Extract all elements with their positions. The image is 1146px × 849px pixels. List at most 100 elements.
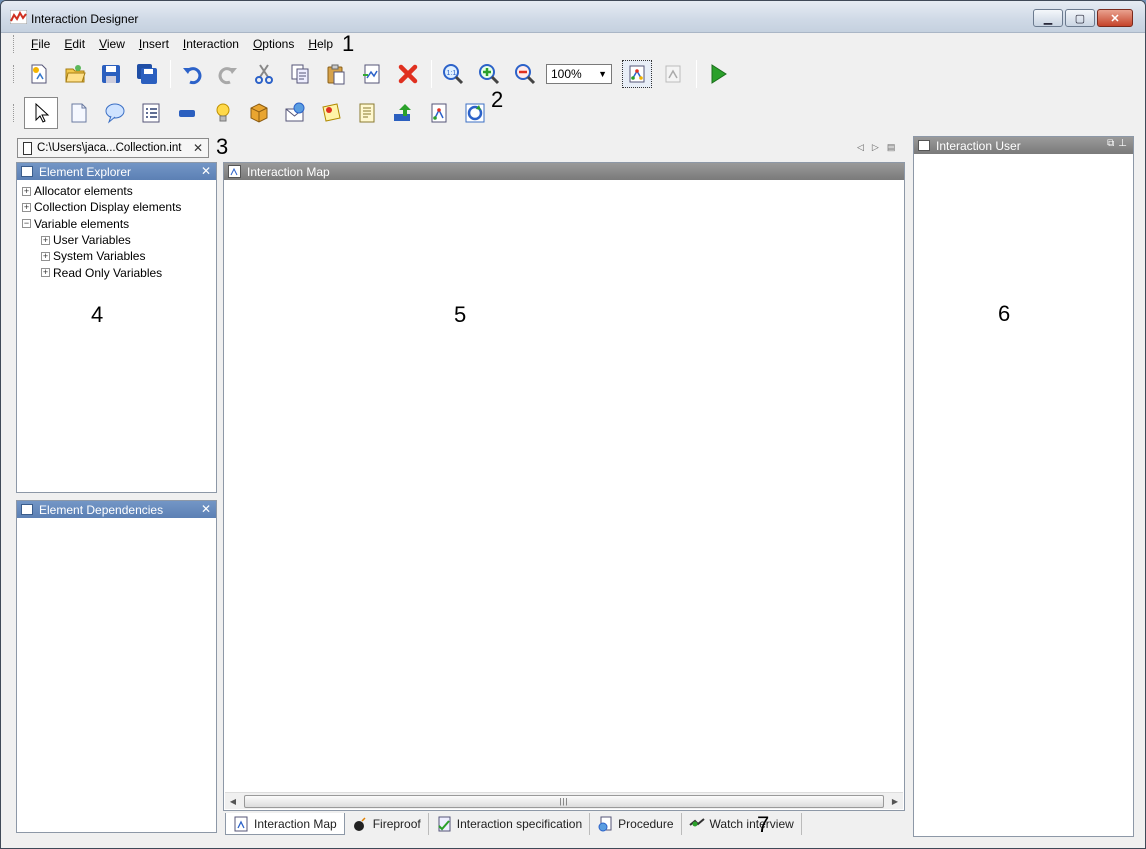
list-tool[interactable] bbox=[136, 99, 166, 127]
float-icon[interactable]: ⧉ bbox=[1107, 138, 1114, 149]
list-icon bbox=[142, 103, 160, 123]
package-tool[interactable] bbox=[244, 99, 274, 127]
refresh-cycle-tool[interactable] bbox=[460, 99, 490, 127]
interaction-map-tool[interactable] bbox=[424, 99, 454, 127]
zoom-actual-button[interactable]: 1:1 bbox=[438, 60, 468, 88]
new-button[interactable] bbox=[24, 60, 54, 88]
scroll-tabs-right-icon[interactable]: ▷ bbox=[872, 142, 879, 153]
paste-special-icon bbox=[363, 64, 380, 84]
speech-bubble-tool[interactable] bbox=[100, 99, 130, 127]
button-element-icon bbox=[179, 110, 195, 117]
tab-list-icon[interactable]: ▤ bbox=[887, 142, 896, 153]
tree-item-collection-display-elements[interactable]: + Collection Display elements bbox=[17, 199, 216, 215]
tab-procedure[interactable]: Procedure bbox=[590, 813, 682, 835]
expand-icon[interactable]: + bbox=[41, 268, 50, 278]
paste-button[interactable] bbox=[321, 60, 351, 88]
lightbulb-tool[interactable] bbox=[208, 99, 238, 127]
zoom-actual-icon: 1:1 bbox=[443, 64, 464, 85]
scroll-left-icon[interactable]: ◀ bbox=[225, 797, 241, 806]
run-icon bbox=[711, 64, 727, 84]
expand-icon[interactable]: + bbox=[41, 251, 50, 261]
toolbar-grip[interactable] bbox=[13, 65, 16, 83]
upload-tool[interactable] bbox=[388, 99, 418, 127]
menu-options[interactable]: Options bbox=[246, 35, 301, 53]
lightbulb-icon bbox=[216, 103, 230, 122]
tree-item-allocator-elements[interactable]: + Allocator elements bbox=[17, 183, 216, 199]
redo-button[interactable] bbox=[213, 60, 243, 88]
save-button[interactable] bbox=[96, 60, 126, 88]
copy-button[interactable] bbox=[285, 60, 315, 88]
menu-insert[interactable]: Insert bbox=[132, 35, 176, 53]
procedure-icon bbox=[598, 816, 612, 832]
close-icon[interactable]: ✕ bbox=[201, 502, 211, 516]
scrollbar-thumb[interactable]: ||| bbox=[244, 794, 884, 808]
close-tab-icon[interactable]: ✕ bbox=[193, 141, 203, 155]
app-logo-icon bbox=[10, 10, 27, 24]
horizontal-scrollbar[interactable]: ◀ ||| ▶ bbox=[225, 792, 903, 809]
tree-item-variable-elements[interactable]: − Variable elements bbox=[17, 216, 216, 232]
menu-help[interactable]: Help bbox=[301, 35, 340, 53]
expand-icon[interactable]: + bbox=[22, 186, 31, 196]
menu-view[interactable]: View bbox=[92, 35, 132, 53]
document-tab[interactable]: C:\Users\jaca...Collection.int ✕ bbox=[17, 138, 209, 158]
email-tool[interactable] bbox=[280, 99, 310, 127]
zoom-out-button[interactable] bbox=[510, 60, 540, 88]
interaction-map-header[interactable]: Interaction Map bbox=[224, 163, 904, 180]
menu-file[interactable]: File bbox=[24, 35, 57, 53]
window-icon bbox=[918, 140, 930, 151]
callout-3: 3 bbox=[216, 134, 229, 159]
tab-watch-interview[interactable]: Watch interview bbox=[682, 813, 802, 835]
bottom-tab-bar: Interaction Map Fireproof Interaction sp… bbox=[225, 812, 802, 836]
interaction-map-panel: Interaction Map ◀ ||| ▶ bbox=[223, 162, 905, 811]
run-button[interactable] bbox=[703, 60, 733, 88]
minimize-button[interactable]: ▁ bbox=[1033, 9, 1063, 27]
delete-button[interactable] bbox=[393, 60, 423, 88]
collapse-icon[interactable]: − bbox=[22, 219, 31, 229]
title-bar[interactable]: Interaction Designer ▁ ▢ ✕ bbox=[1, 1, 1145, 33]
toolbar-separator bbox=[170, 60, 171, 88]
svg-text:1:1: 1:1 bbox=[447, 70, 457, 77]
paste-special-button[interactable] bbox=[357, 60, 387, 88]
show-map-button[interactable] bbox=[622, 60, 652, 88]
pin-icon[interactable]: ⊥ bbox=[1118, 138, 1127, 149]
tab-interaction-specification[interactable]: Interaction specification bbox=[429, 813, 591, 835]
scroll-tabs-left-icon[interactable]: ◁ bbox=[857, 142, 864, 153]
menu-grip[interactable] bbox=[13, 35, 16, 53]
expand-icon[interactable]: + bbox=[22, 202, 31, 212]
tree-item-read-only-variables[interactable]: + Read Only Variables bbox=[17, 264, 216, 280]
tree-item-user-variables[interactable]: + User Variables bbox=[17, 232, 216, 248]
save-all-button[interactable] bbox=[132, 60, 162, 88]
new-icon bbox=[31, 64, 47, 84]
zoom-in-button[interactable] bbox=[474, 60, 504, 88]
map-disabled-button[interactable] bbox=[658, 60, 688, 88]
restore-button[interactable]: ▢ bbox=[1065, 9, 1095, 27]
interaction-user-header[interactable]: Interaction User ⧉ ⊥ bbox=[914, 137, 1133, 154]
element-dependencies-header[interactable]: Element Dependencies ✕ bbox=[17, 501, 216, 518]
pointer-tool[interactable] bbox=[24, 97, 58, 129]
tab-navigation: ◁ ▷ ▤ bbox=[857, 142, 895, 153]
palette-grip[interactable] bbox=[13, 104, 16, 122]
cut-button[interactable] bbox=[249, 60, 279, 88]
button-element-tool[interactable] bbox=[172, 99, 202, 127]
menu-edit[interactable]: Edit bbox=[57, 35, 92, 53]
text-element-tool[interactable] bbox=[352, 99, 382, 127]
close-button[interactable]: ✕ bbox=[1097, 9, 1133, 27]
interaction-map-icon bbox=[431, 103, 447, 123]
tab-fireproof[interactable]: Fireproof bbox=[345, 813, 429, 835]
menu-interaction[interactable]: Interaction bbox=[176, 35, 246, 53]
zoom-select[interactable]: 100% ▼ bbox=[546, 64, 612, 84]
open-button[interactable] bbox=[60, 60, 90, 88]
interaction-map-canvas[interactable] bbox=[224, 181, 904, 791]
expand-icon[interactable]: + bbox=[41, 235, 50, 245]
tab-interaction-map[interactable]: Interaction Map bbox=[225, 813, 345, 835]
document-tool[interactable] bbox=[64, 99, 94, 127]
element-explorer-header[interactable]: Element Explorer ✕ bbox=[17, 163, 216, 180]
zoom-out-icon bbox=[515, 64, 536, 85]
tree-item-system-variables[interactable]: + System Variables bbox=[17, 248, 216, 264]
scroll-right-icon[interactable]: ▶ bbox=[887, 797, 903, 806]
show-map-icon bbox=[629, 65, 645, 83]
speech-bubble-icon bbox=[105, 103, 125, 124]
note-tool[interactable] bbox=[316, 99, 346, 127]
close-icon[interactable]: ✕ bbox=[201, 164, 211, 178]
undo-button[interactable] bbox=[177, 60, 207, 88]
